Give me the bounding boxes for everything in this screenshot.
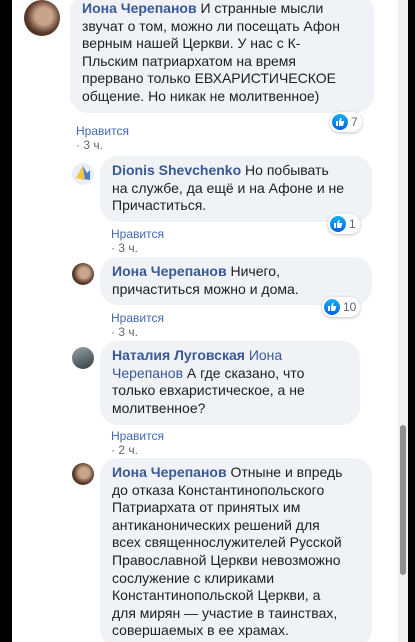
comment-text-line: для мирян — участие в таинствах, (112, 604, 338, 621)
comment-text-line: до отказа Константинопольского (112, 481, 325, 498)
comment-text-line: Патриархата от принятых им (112, 499, 301, 516)
like-button[interactable]: Нравится (111, 227, 164, 241)
like-button[interactable]: Нравится (111, 429, 164, 443)
comment-bubble: Наталия Луговская Иона Черепанов А где с… (100, 341, 360, 425)
reaction-number: 1 (349, 217, 356, 231)
comment-author[interactable]: Иона Черепанов (112, 464, 227, 480)
comment-time[interactable]: 3 ч. (83, 138, 103, 152)
comment-text-line: прервано только ЕВХАРИСТИЧЕСКОЕ (82, 70, 336, 87)
comment-author[interactable]: Иона Черепанов (82, 0, 197, 16)
comment-time[interactable]: 2 ч. (118, 443, 138, 457)
comment-text-line: А где сказано, что (186, 364, 305, 381)
scrollbar-thumb[interactable] (400, 425, 406, 575)
reaction-count[interactable]: 7 (330, 112, 362, 132)
like-button[interactable]: Нравится (76, 124, 129, 138)
comment-text-line: причаститься можно и дома. (112, 280, 299, 297)
comment-time[interactable]: 3 ч. (118, 241, 138, 255)
comment-text-line: Причаститься. (112, 197, 207, 214)
avatar-image (76, 166, 90, 180)
comment-text-line: Но побывать (245, 162, 329, 178)
thumbs-up-icon (324, 299, 340, 315)
reaction-number: 7 (351, 115, 358, 129)
comment-bubble: Иона Черепанов И странные мысли звучат о… (70, 0, 374, 113)
comment-actions: Нравится · 2 ч. (111, 429, 164, 457)
comment-text-line: верным нашей Церкви. У нас с К- (82, 35, 301, 52)
comment-text-line: антиканонических решений для (112, 516, 320, 533)
comment-time[interactable]: 3 ч. (118, 325, 138, 339)
comment-author[interactable]: Наталия Луговская (112, 347, 245, 363)
reaction-count[interactable]: 10 (322, 297, 361, 317)
mention-link[interactable]: Иона (249, 347, 282, 363)
reaction-number: 10 (343, 300, 357, 314)
thumbs-up-icon (330, 216, 346, 232)
comment-text-line: сослужение с клириками (112, 569, 275, 586)
comment-actions: Нравится · 3 ч. (111, 311, 164, 339)
comment-bubble: Dionis Shevchenko Но побывать на службе,… (100, 156, 372, 222)
like-button[interactable]: Нравится (111, 311, 164, 325)
avatar[interactable] (24, 0, 60, 36)
mention-link[interactable]: Черепанов (112, 365, 183, 381)
comment-text-line: общение. Но никак не молитвенное) (82, 87, 320, 104)
comment-text-line: всех священнослужителей Русской (112, 534, 342, 551)
separator: · (111, 325, 115, 339)
avatar[interactable] (72, 347, 94, 369)
separator: · (111, 241, 115, 255)
comment-text-line: на службе, да ещё и на Афоне и не (112, 179, 345, 196)
comment-text-line: звучат о том, можно ли посещать Афон (82, 17, 340, 34)
comment-text-line: молитвенное? (112, 399, 206, 416)
comment-author[interactable]: Иона Черепанов (112, 263, 227, 279)
comment-text-line: И странные мысли (200, 0, 324, 16)
comment-text-line: Отныне и впредь (230, 464, 343, 480)
separator: · (76, 138, 80, 152)
comment-text-line: Ничего, (230, 263, 280, 279)
reaction-count[interactable]: 1 (328, 214, 360, 234)
comment-text-line: Православной Церкви невозможно (112, 551, 341, 568)
avatar[interactable] (72, 163, 94, 185)
avatar[interactable] (72, 463, 94, 485)
comment-actions: Нравится · 3 ч. (111, 227, 164, 255)
comment-text-line: только евхаристическое, а не (112, 382, 305, 399)
separator: · (111, 443, 115, 457)
comment-text-line: совершаемых в ее храмах. (112, 622, 289, 639)
comment-bubble: Иона Черепанов Отныне и впредь до отказа… (100, 458, 372, 642)
comment-text-line: Пльским патриархатом на время (82, 52, 296, 69)
avatar[interactable] (72, 263, 94, 285)
comment-actions: Нравится · 3 ч. (76, 124, 129, 152)
comments-panel: Иона Черепанов И странные мысли звучат о… (12, 0, 408, 642)
comment-author[interactable]: Dionis Shevchenko (112, 162, 241, 178)
thumbs-up-icon (332, 114, 348, 130)
scrollbar[interactable] (398, 0, 408, 642)
comment-text-line: Константинопольской Церкви, а (112, 587, 321, 604)
